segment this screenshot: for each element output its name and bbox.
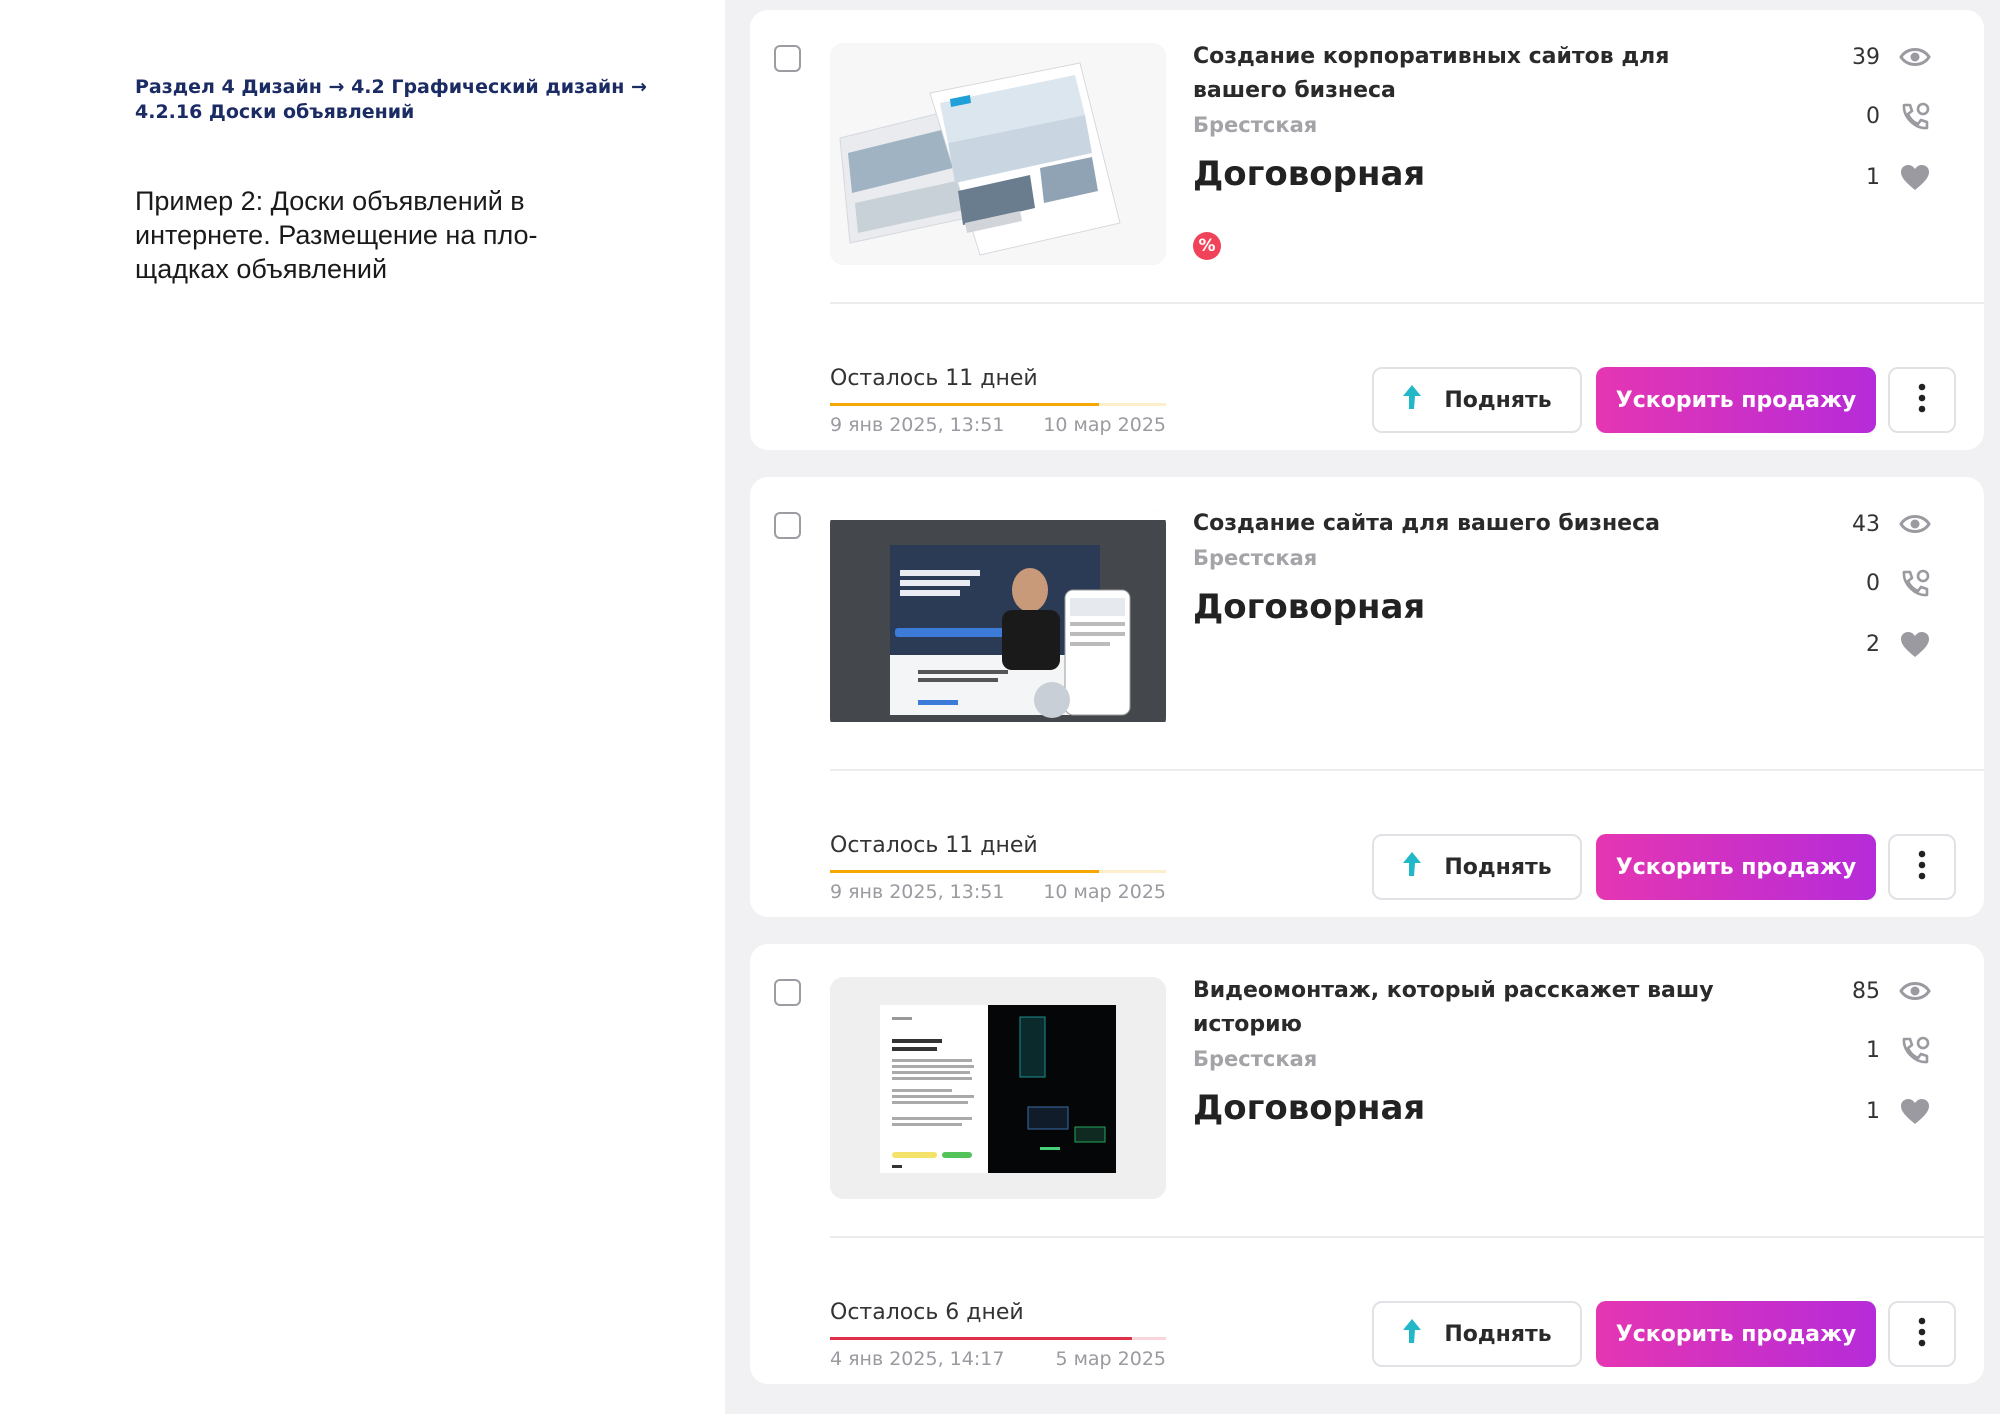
title-text[interactable]: Создание сайта для вашего бизнеса — [1193, 511, 1660, 536]
calls-stat: 0 — [1852, 566, 1932, 600]
arrow-up-icon — [1402, 851, 1422, 883]
eye-icon — [1898, 509, 1932, 539]
calls-count: 1 — [1866, 1037, 1880, 1063]
views-count: 39 — [1852, 44, 1880, 70]
listing-thumbnail[interactable] — [830, 977, 1166, 1199]
date-end: 5 мар 2025 — [1055, 1348, 1166, 1370]
remaining-days: Осталось 11 дней — [830, 366, 1038, 391]
heart-icon[interactable] — [1898, 1096, 1932, 1126]
listing-card: Создание сайта для вашего бизнеса Брестс… — [750, 477, 1984, 917]
boost-sale-button[interactable]: Ускорить продажу — [1596, 834, 1876, 900]
caption: Пример 2: Доски объявлений в интернете. … — [135, 186, 538, 284]
calls-stat: 1 — [1852, 1033, 1932, 1067]
raise-label: Поднять — [1444, 387, 1552, 413]
more-vertical-icon — [1918, 850, 1926, 885]
thumbnail-image — [830, 43, 1166, 265]
card-divider — [830, 769, 1984, 771]
listing-title[interactable]: Создание сайта для вашего бизнеса Брестс… — [1193, 507, 1753, 631]
left-panel: Раздел 4 Дизайн → 4.2 Графический дизайн… — [0, 0, 725, 1414]
arrow-up-icon — [1402, 384, 1422, 416]
thumbnail-image — [830, 510, 1166, 732]
calls-count: 0 — [1866, 103, 1880, 129]
phone-call-icon — [1898, 1035, 1932, 1065]
views-stat: 85 — [1852, 974, 1932, 1008]
favorites-stat: 1 — [1852, 160, 1932, 194]
select-checkbox[interactable] — [774, 979, 801, 1006]
favorites-stat: 1 — [1852, 1094, 1932, 1128]
listing-thumbnail[interactable] — [830, 510, 1166, 732]
title-text[interactable]: Создание корпоративных сайтов для вашего… — [1193, 44, 1669, 103]
listing-price: Договорная — [1193, 1088, 1426, 1128]
more-options-button[interactable] — [1888, 1301, 1956, 1367]
more-options-button[interactable] — [1888, 367, 1956, 433]
listing-price: Договорная — [1193, 154, 1426, 194]
phone-call-icon — [1898, 101, 1932, 131]
date-start: 9 янв 2025, 13:51 — [830, 881, 1005, 903]
card-divider — [830, 1236, 1984, 1238]
listing-region: Брестская — [1193, 546, 1318, 570]
views-stat: 43 — [1852, 507, 1932, 541]
views-count: 85 — [1852, 978, 1880, 1004]
views-count: 43 — [1852, 511, 1880, 537]
raise-label: Поднять — [1444, 854, 1552, 880]
listing-card: Создание корпоративных сайтов для вашего… — [750, 10, 1984, 450]
heart-icon[interactable] — [1898, 629, 1932, 659]
progress-bar — [830, 1337, 1166, 1340]
boost-sale-button[interactable]: Ускорить продажу — [1596, 1301, 1876, 1367]
boost-sale-button[interactable]: Ускорить продажу — [1596, 367, 1876, 433]
raise-button[interactable]: Поднять — [1372, 367, 1582, 433]
progress-fill — [830, 870, 1099, 873]
listing-title[interactable]: Создание корпоративных сайтов для вашего… — [1193, 40, 1753, 198]
listing-card: Видеомонтаж, который расскажет вашу исто… — [750, 944, 1984, 1384]
progress-bar — [830, 870, 1166, 873]
progress-fill — [830, 403, 1099, 406]
more-vertical-icon — [1918, 1317, 1926, 1352]
listing-price: Договорная — [1193, 587, 1426, 627]
more-options-button[interactable] — [1888, 834, 1956, 900]
heart-icon[interactable] — [1898, 162, 1932, 192]
arrow-up-icon — [1402, 1318, 1422, 1350]
card-divider — [830, 302, 1984, 304]
date-start: 4 янв 2025, 14:17 — [830, 1348, 1005, 1370]
more-vertical-icon — [1918, 383, 1926, 418]
listing-region: Брестская — [1193, 113, 1318, 137]
favorites-count: 1 — [1866, 164, 1880, 190]
calls-stat: 0 — [1852, 99, 1932, 133]
phone-call-icon — [1898, 568, 1932, 598]
remaining-days: Осталось 11 дней — [830, 833, 1038, 858]
favorites-stat: 2 — [1852, 627, 1932, 661]
date-end: 10 мар 2025 — [1043, 414, 1166, 436]
percent-icon: % — [1193, 232, 1221, 260]
breadcrumb: Раздел 4 Дизайн → 4.2 Графический дизайн… — [135, 76, 647, 123]
progress-bar — [830, 403, 1166, 406]
favorites-count: 1 — [1866, 1098, 1880, 1124]
views-stat: 39 — [1852, 40, 1932, 74]
listing-thumbnail[interactable] — [830, 43, 1166, 265]
eye-icon — [1898, 42, 1932, 72]
title-text[interactable]: Видеомонтаж, который расскажет вашу исто… — [1193, 978, 1714, 1037]
select-checkbox[interactable] — [774, 45, 801, 72]
thumbnail-image — [830, 977, 1166, 1199]
date-start: 9 янв 2025, 13:51 — [830, 414, 1005, 436]
raise-label: Поднять — [1444, 1321, 1552, 1347]
eye-icon — [1898, 976, 1932, 1006]
progress-fill — [830, 1337, 1133, 1340]
listing-title[interactable]: Видеомонтаж, который расскажет вашу исто… — [1193, 974, 1753, 1132]
raise-button[interactable]: Поднять — [1372, 834, 1582, 900]
favorites-count: 2 — [1866, 631, 1880, 657]
raise-button[interactable]: Поднять — [1372, 1301, 1582, 1367]
date-end: 10 мар 2025 — [1043, 881, 1166, 903]
listing-region: Брестская — [1193, 1047, 1318, 1071]
select-checkbox[interactable] — [774, 512, 801, 539]
remaining-days: Осталось 6 дней — [830, 1300, 1024, 1325]
calls-count: 0 — [1866, 570, 1880, 596]
